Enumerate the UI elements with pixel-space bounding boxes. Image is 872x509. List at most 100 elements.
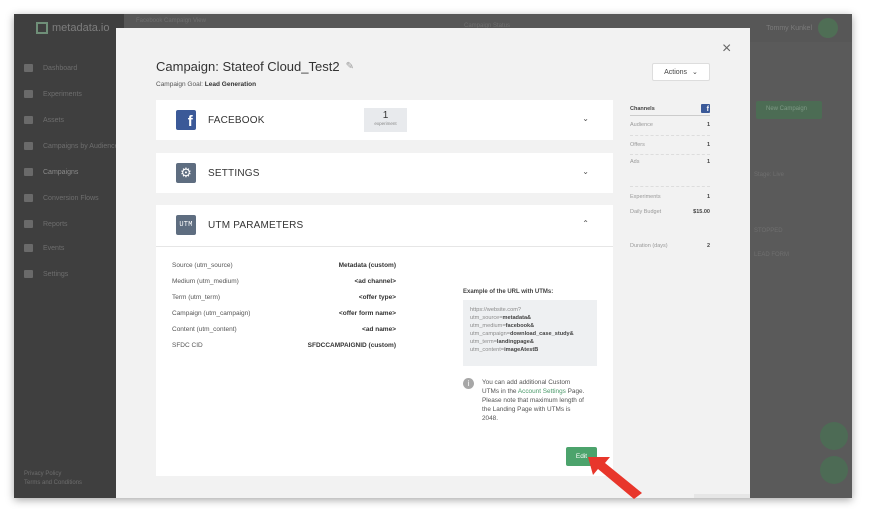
- stat-value: 1: [706, 141, 710, 148]
- background-sidebar: metadata.io Dashboard Experiments Assets…: [14, 14, 124, 498]
- bg-new-campaign-button[interactable]: New Campaign: [756, 101, 822, 119]
- divider: [156, 246, 613, 247]
- campaign-title: Campaign: Stateof Cloud_Test2: [156, 59, 340, 74]
- experiment-label: experiment: [374, 121, 397, 126]
- goal-label: Campaign Goal:: [156, 81, 203, 88]
- utm-icon: UTM: [176, 215, 196, 235]
- url-line-key: utm_term=: [470, 339, 497, 345]
- help-button[interactable]: [820, 456, 848, 484]
- pointer-arrow-icon: [588, 457, 642, 499]
- utm-key: SFDC CID: [172, 342, 203, 349]
- reports-icon: [24, 220, 33, 228]
- url-line-value: metadata&: [502, 315, 532, 321]
- avatar[interactable]: [818, 18, 838, 38]
- stat-label: Ads: [630, 159, 640, 165]
- utm-value: SFDCCAMPAIGNID (custom): [307, 342, 396, 349]
- stat-label: Offers: [630, 141, 645, 148]
- chevron-up-icon[interactable]: ⌃: [582, 219, 589, 228]
- stat-label: Audience: [630, 122, 653, 129]
- stat-row: Duration (days) 2: [630, 237, 710, 257]
- terms-link[interactable]: Terms and Conditions: [24, 479, 82, 488]
- utm-panel: UTM UTM PARAMETERS ⌃ Source (utm_source)…: [156, 205, 642, 499]
- utm-header[interactable]: UTM UTM PARAMETERS: [176, 215, 303, 235]
- utm-value: <ad channel>: [354, 278, 396, 285]
- experiments-icon: [24, 90, 33, 98]
- campaign-stats: Channels f Audience 1 Offers 1 Ads 1 Experim…: [630, 102, 710, 256]
- settings-header: ⚙ SETTINGS: [176, 163, 260, 183]
- privacy-link[interactable]: Privacy Policy: [24, 470, 82, 479]
- stat-label: Daily Budget: [630, 208, 662, 215]
- bg-nav-campaigns[interactable]: Campaigns: [24, 168, 78, 176]
- edit-pencil-icon[interactable]: ✎: [346, 61, 357, 72]
- scroll-strip: [694, 494, 750, 498]
- bg-stage-filter[interactable]: Stage: Live: [754, 172, 784, 178]
- utm-row: Content (utm_content) <ad name>: [172, 326, 396, 333]
- gear-icon: ⚙: [176, 163, 196, 183]
- stat-value: 1: [706, 122, 710, 129]
- utm-key: Campaign (utm_campaign): [172, 310, 251, 317]
- settings-panel[interactable]: ⚙ SETTINGS ⌄: [156, 153, 613, 193]
- utm-key: Medium (utm_medium): [172, 278, 239, 285]
- bg-nav-assets[interactable]: Assets: [24, 116, 64, 124]
- app-logo: metadata.io: [36, 22, 109, 34]
- campaign-goal: Campaign Goal: Lead Generation: [156, 81, 256, 88]
- user-name: Tommy Kunkel: [766, 24, 812, 32]
- bg-nav-settings[interactable]: Settings: [24, 270, 68, 278]
- example-title: Example of the URL with UTMs:: [463, 289, 554, 295]
- example-url-box: https://website.com? utm_source=metadata…: [463, 300, 597, 366]
- chevron-down-icon[interactable]: ⌄: [582, 167, 589, 176]
- account-settings-link[interactable]: Account Settings: [518, 388, 566, 395]
- url-line-value: landingpage&: [496, 339, 534, 345]
- utm-value: <ad name>: [362, 326, 396, 333]
- stat-row: Audience 1: [630, 116, 710, 136]
- url-line-value: facebook&: [505, 323, 535, 329]
- actions-dropdown[interactable]: Actions ⌄: [652, 63, 710, 81]
- utm-value: Metadata (custom): [338, 262, 396, 269]
- bg-status-text: STOPPED: [754, 228, 783, 234]
- chevron-down-icon[interactable]: ⌄: [582, 114, 589, 123]
- stat-row: Offers 1: [630, 136, 710, 155]
- settings-icon: [24, 270, 33, 278]
- bg-nav-experiments[interactable]: Experiments: [24, 90, 82, 98]
- utm-row: Source (utm_source) Metadata (custom): [172, 262, 396, 269]
- close-icon[interactable]: ×: [722, 41, 731, 57]
- url-line-value: download_case_study&: [509, 331, 574, 337]
- url-line-key: https://website.com?: [470, 307, 521, 313]
- bg-nav-dashboard[interactable]: Dashboard: [24, 64, 77, 72]
- utm-key: Source (utm_source): [172, 262, 233, 269]
- chat-button[interactable]: [820, 422, 848, 450]
- audience-icon: [24, 142, 33, 150]
- url-line-key: utm_campaign=: [470, 331, 510, 337]
- bg-nav-audience[interactable]: Campaigns by Audience: [24, 142, 119, 150]
- stat-row: Daily Budget $15.00: [630, 207, 710, 237]
- facebook-panel[interactable]: f FACEBOOK 1 experiment ⌄: [156, 100, 613, 140]
- stats-header: Channels f: [630, 102, 710, 116]
- bg-footer: Privacy Policy Terms and Conditions: [24, 470, 82, 488]
- utm-label: UTM PARAMETERS: [208, 219, 304, 231]
- events-icon: [24, 244, 33, 252]
- utm-row: Campaign (utm_campaign) <offer form name>: [172, 310, 396, 317]
- bg-leadform-text: LEAD FORM: [754, 252, 790, 258]
- url-line-key: utm_source=: [470, 315, 503, 321]
- actions-label: Actions: [664, 68, 688, 76]
- user-menu[interactable]: Tommy Kunkel: [766, 18, 838, 38]
- modal-title: Campaign: Stateof Cloud_Test2 ✎: [156, 59, 357, 74]
- dashboard-icon: [24, 64, 33, 72]
- campaign-modal: × Campaign: Stateof Cloud_Test2 ✎ Campai…: [116, 28, 750, 499]
- utm-row: Medium (utm_medium) <ad channel>: [172, 278, 396, 285]
- stat-value: 1: [706, 193, 710, 200]
- stat-value: 2: [706, 243, 710, 250]
- url-line-key: utm_content=: [470, 347, 505, 353]
- utm-key: Content (utm_content): [172, 326, 237, 333]
- bg-nav-flows[interactable]: Conversion Flows: [24, 194, 99, 202]
- bg-nav-events[interactable]: Events: [24, 244, 64, 252]
- stat-label: Duration (days): [630, 243, 668, 250]
- utm-key: Term (utm_term): [172, 294, 221, 301]
- bg-nav-reports[interactable]: Reports: [24, 220, 68, 228]
- facebook-header: f FACEBOOK: [176, 110, 265, 130]
- experiment-count-badge: 1 experiment: [364, 108, 407, 132]
- stats-header-label: Channels: [630, 105, 655, 112]
- facebook-icon: f: [701, 104, 710, 113]
- settings-label: SETTINGS: [208, 167, 260, 179]
- stat-row: Experiments 1: [630, 187, 710, 207]
